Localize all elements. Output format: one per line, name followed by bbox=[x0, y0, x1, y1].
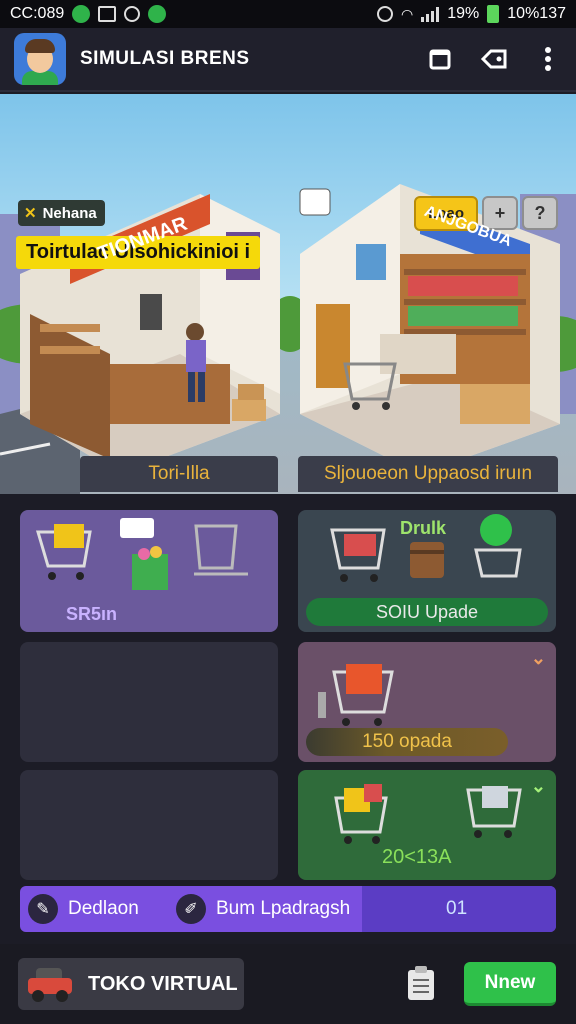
upgrade-card-cart[interactable]: Drulk SOIU Upade bbox=[298, 510, 556, 632]
battery-percent: 19% bbox=[447, 5, 480, 22]
scene-tag-label: Nehana bbox=[42, 204, 97, 222]
upgrade-card-cart-green[interactable]: ⌄ 20<13A bbox=[298, 770, 556, 880]
chevron-icon[interactable]: ⌄ bbox=[531, 776, 546, 797]
store-button-label: TOKO VIRTUAL bbox=[88, 972, 238, 995]
status-time-right: 10%137 bbox=[507, 5, 566, 22]
tools-icon: ✕ bbox=[24, 205, 37, 222]
upgrade-bar-first[interactable]: ✎ Dedlaon bbox=[20, 886, 162, 932]
card-value: 20<13A bbox=[382, 846, 452, 868]
notification-icon bbox=[148, 5, 167, 23]
alarm-clock-icon bbox=[377, 6, 394, 22]
chat-icon: ✎ bbox=[28, 894, 58, 924]
upgrade-bar: ✎ Dedlaon ✐ Bum Lpadragsh 01 bbox=[20, 886, 556, 932]
alarm-icon bbox=[124, 6, 141, 22]
upgrade-bar-first-label: Dedlaon bbox=[68, 898, 139, 919]
whatsapp-icon bbox=[72, 5, 91, 23]
store-button[interactable]: TOKO VIRTUAL bbox=[18, 958, 244, 1010]
caption-right: Sljouoeon Uppaosd iruın bbox=[298, 456, 558, 492]
upgrade-card-shelf[interactable]: SR5ın bbox=[20, 510, 278, 632]
help-button[interactable]: ? bbox=[522, 196, 558, 230]
card-label: Drulk bbox=[400, 518, 447, 538]
pen-icon: ✐ bbox=[176, 894, 206, 924]
clipboard-icon[interactable] bbox=[408, 966, 434, 1000]
tag-icon[interactable] bbox=[480, 45, 508, 73]
upgrade-card-cart-red[interactable]: ⌄ 150 opada bbox=[298, 642, 556, 762]
empty-slot[interactable] bbox=[20, 642, 278, 762]
square-icon[interactable] bbox=[426, 45, 454, 73]
gallery-icon bbox=[98, 6, 117, 22]
avatar[interactable] bbox=[14, 33, 66, 85]
caption-left: Tori-Illa bbox=[80, 456, 278, 492]
store-scene: ✕ Nehana Toirtulac Ulsohickinioi i Loao +… bbox=[0, 94, 576, 494]
card-label: SR5ın bbox=[66, 604, 118, 624]
chevron-icon[interactable]: ⌄ bbox=[531, 648, 546, 669]
upgrade-count: 01 bbox=[362, 886, 556, 932]
cart-items-icon bbox=[35, 518, 248, 590]
signal-icon bbox=[421, 6, 440, 22]
upgrade-button[interactable]: 150 opada bbox=[306, 728, 508, 756]
app-header: SIMULASI BRENS bbox=[0, 28, 576, 92]
app-title: SIMULASI BRENS bbox=[80, 48, 250, 69]
car-icon bbox=[26, 966, 74, 1002]
more-menu-icon[interactable] bbox=[534, 45, 562, 73]
empty-slot[interactable] bbox=[20, 770, 278, 880]
new-button[interactable]: Nnew bbox=[464, 962, 556, 1006]
upgrade-bar-second-label: Bum Lpadragsh bbox=[216, 898, 351, 919]
status-time-left: CC:089 bbox=[10, 5, 65, 22]
store-illustration bbox=[0, 184, 576, 494]
status-bar: CC:089 ◠ 19% 10%137 bbox=[0, 0, 576, 28]
upgrade-button[interactable]: SOIU Upade bbox=[306, 598, 548, 626]
bottom-bar: TOKO VIRTUAL Nnew bbox=[0, 944, 576, 1024]
scene-tag: ✕ Nehana bbox=[18, 200, 105, 226]
battery-icon bbox=[487, 5, 500, 23]
wifi-icon: ◠ bbox=[401, 5, 414, 22]
upgrade-bar-second[interactable]: ✐ Bum Lpadragsh bbox=[162, 886, 362, 932]
